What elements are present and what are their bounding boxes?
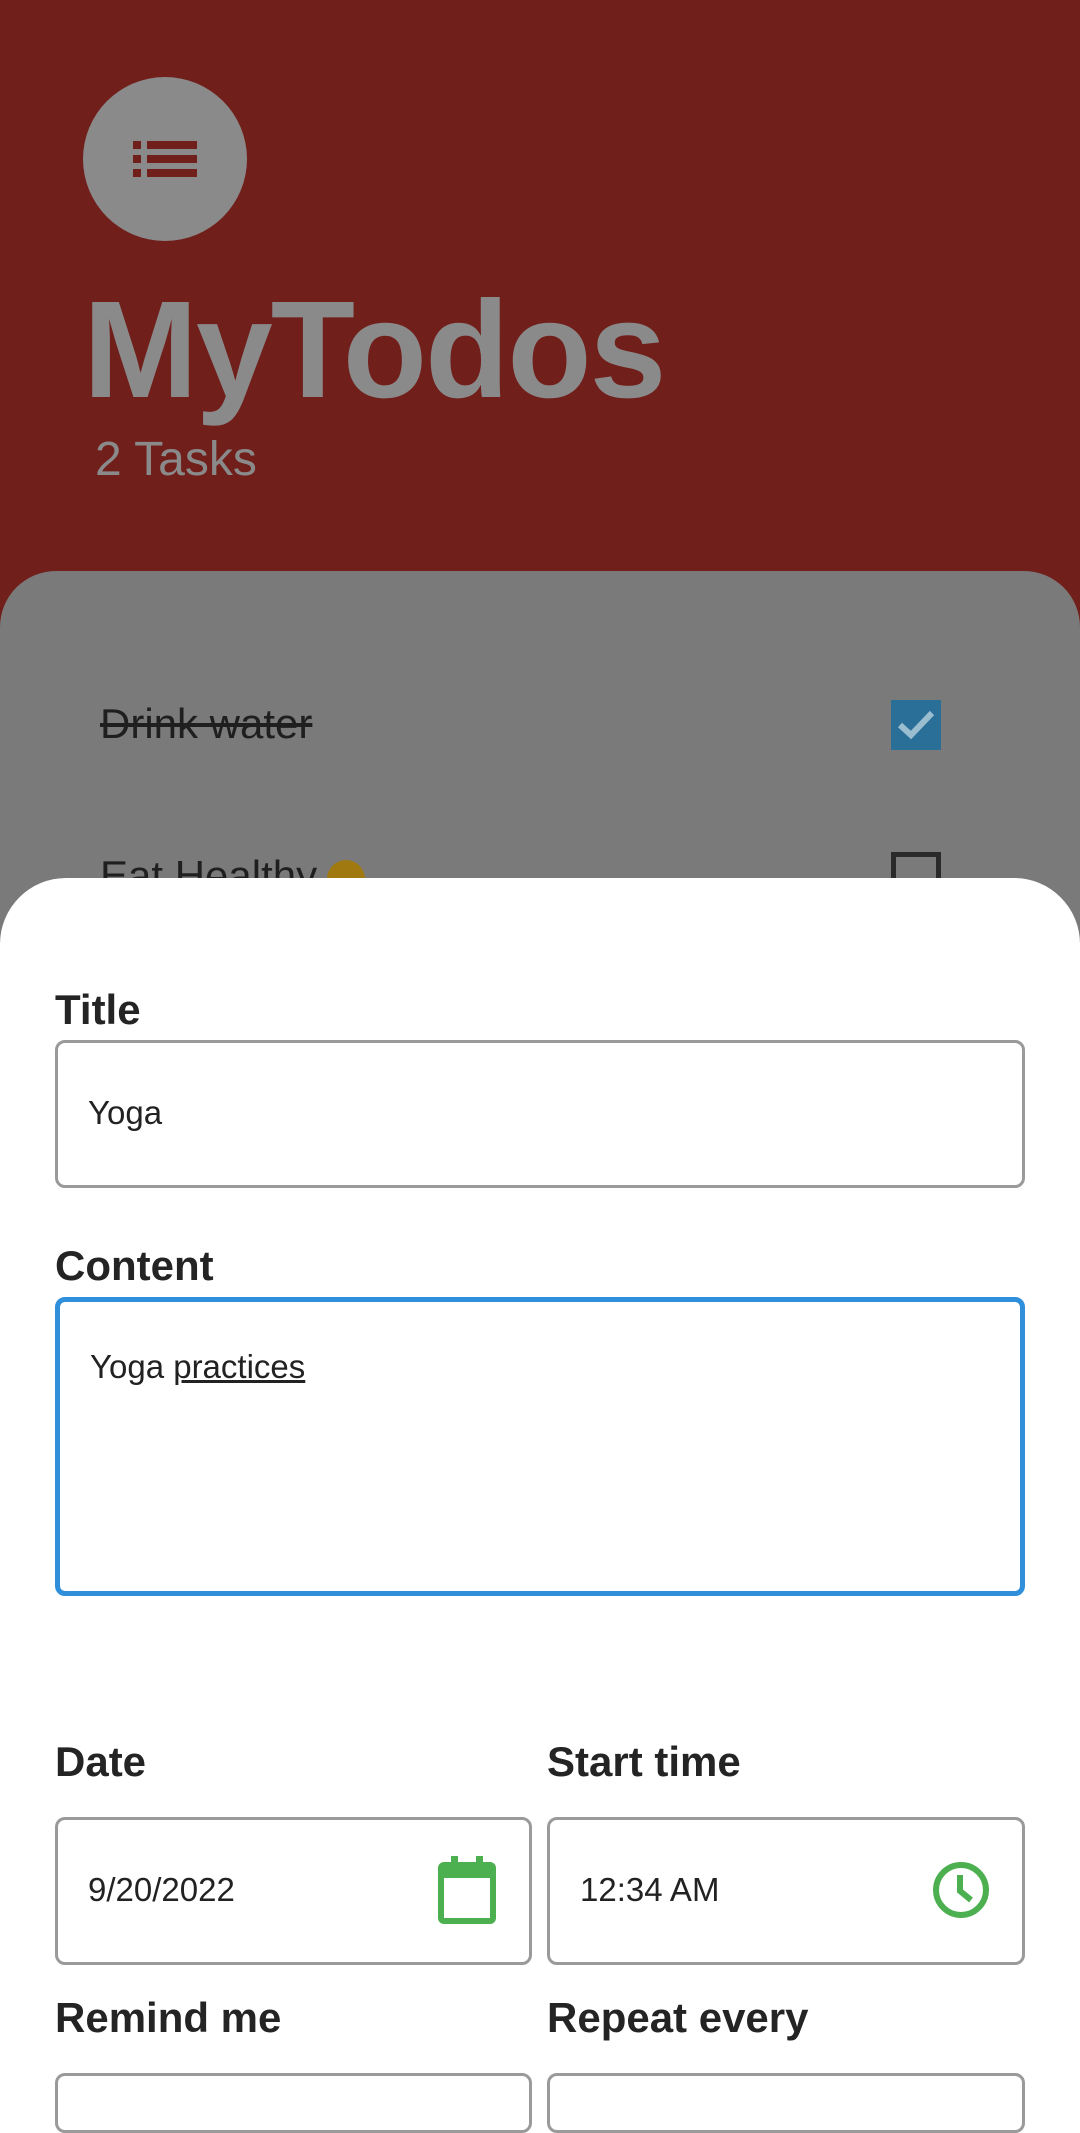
task-count: 2 Tasks [95,433,257,486]
title-input[interactable]: Yoga [55,1040,1025,1188]
check-icon [897,710,935,740]
menu-button[interactable] [83,77,247,241]
content-textarea-value: Yoga practices [90,1348,306,1385]
remind-me-label: Remind me [55,1994,282,2041]
start-time-value: 12:34 AM [580,1871,720,1908]
todo-item-label: Drink water [100,700,313,747]
calendar-icon[interactable] [438,1856,496,1924]
date-input[interactable]: 9/20/2022 [55,1817,532,1965]
title-input-value: Yoga [88,1094,163,1131]
content-label: Content [55,1242,214,1289]
todo-item-drink-water[interactable]: Drink water [100,684,941,764]
todo-checkbox-checked[interactable] [891,700,941,750]
app-title: MyTodos [83,273,666,427]
repeat-every-label: Repeat every [547,1994,809,2041]
date-input-value: 9/20/2022 [88,1871,235,1908]
date-label: Date [55,1738,147,1785]
start-time-label: Start time [547,1738,741,1785]
start-time-input[interactable]: 12:34 AM [547,1817,1025,1965]
remind-me-select[interactable] [55,2073,532,2133]
content-textarea[interactable]: Yoga practices [55,1297,1025,1596]
list-icon [133,139,197,179]
title-label: Title [55,986,141,1033]
repeat-every-select[interactable] [547,2073,1025,2133]
clock-icon[interactable] [931,1860,991,1920]
